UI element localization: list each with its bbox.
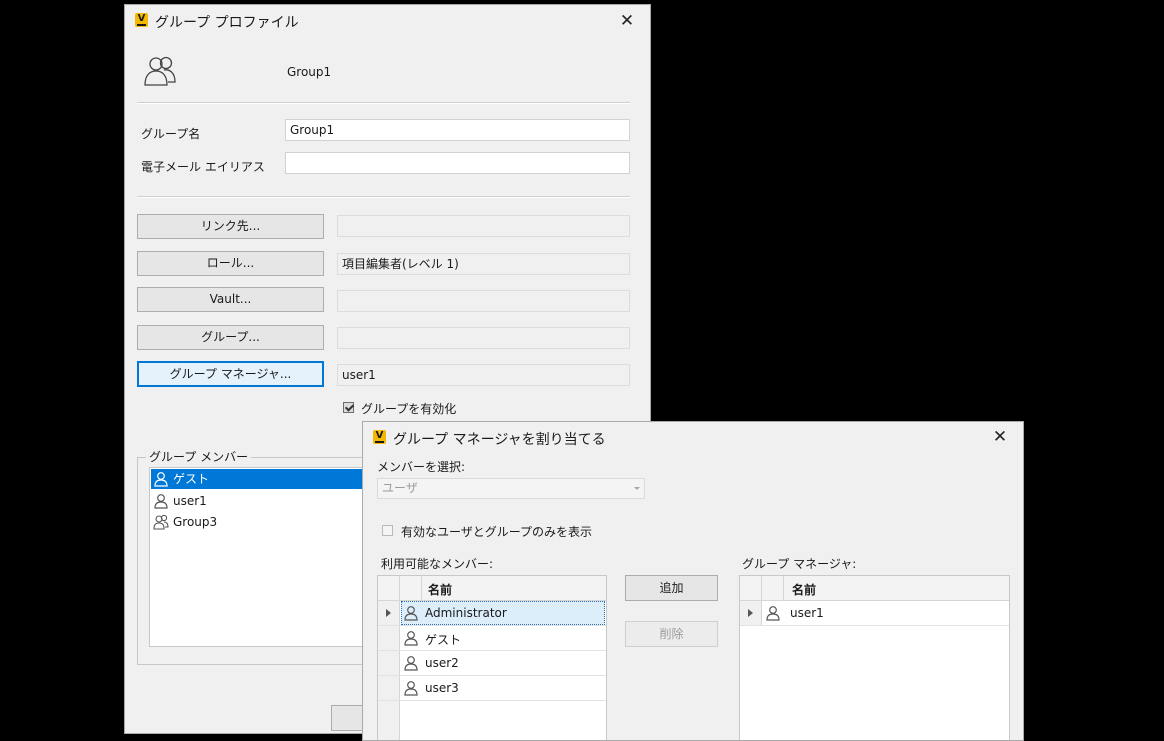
profile-title-bar: V グループ プロファイル ✕ — [125, 5, 650, 35]
table-row[interactable]: Administrator — [378, 601, 606, 626]
user-icon — [404, 606, 418, 621]
user-icon — [404, 656, 418, 671]
select-member-label: メンバーを選択: — [377, 460, 466, 474]
available-members-label: 利用可能なメンバー: — [381, 557, 494, 571]
separator — [137, 102, 630, 104]
email-alias-label: 電子メール エイリアス — [141, 160, 265, 174]
name-column-header[interactable]: 名前 — [428, 581, 452, 598]
assign-group-manager-dialog: V グループ マネージャを割り当てる ✕ メンバーを選択: ユーザ 有効なユーザ… — [362, 421, 1024, 741]
enable-group-checkbox[interactable] — [343, 402, 354, 413]
available-members-grid[interactable]: 名前 Administrator ゲスト user2 user3 — [377, 575, 607, 740]
grid-header: 名前 — [378, 576, 606, 601]
group-manager-button[interactable]: グループ マネージャ... — [137, 361, 324, 387]
enable-group-label: グループを有効化 — [361, 402, 457, 416]
table-row[interactable]: ゲスト — [378, 626, 606, 651]
row-header-cell — [378, 576, 400, 600]
group-managers-label: グループ マネージャ: — [742, 557, 857, 571]
group-button[interactable]: グループ... — [137, 325, 324, 350]
role-value-field: 項目編集者(レベル 1) — [337, 253, 630, 275]
profile-dialog-title: グループ プロファイル — [155, 15, 299, 31]
vault-app-icon: V — [373, 430, 386, 444]
member-name: Group3 — [173, 515, 218, 529]
name-column-header[interactable]: 名前 — [792, 581, 816, 598]
manager-name: user1 — [790, 606, 824, 620]
profile-close-icon[interactable]: ✕ — [617, 11, 637, 31]
group-name-field[interactable]: Group1 — [285, 119, 630, 141]
group-avatar-icon — [144, 56, 176, 86]
separator — [137, 196, 630, 198]
table-row[interactable]: user1 — [740, 601, 1009, 626]
member-type-dropdown[interactable]: ユーザ — [377, 478, 645, 499]
user-icon — [404, 631, 418, 646]
assign-close-icon[interactable]: ✕ — [990, 427, 1010, 447]
group-members-title: グループ メンバー — [146, 448, 252, 465]
member-name: ゲスト — [173, 472, 210, 486]
member-name: user3 — [425, 681, 459, 695]
group-icon — [153, 514, 169, 530]
member-name: Administrator — [425, 606, 507, 620]
icon-header-cell — [400, 576, 422, 600]
member-name: user1 — [173, 494, 207, 508]
add-button[interactable]: 追加 — [625, 575, 718, 601]
link-value-field — [337, 215, 630, 237]
user-icon — [404, 681, 418, 696]
user-icon — [154, 472, 168, 487]
row-header-cell — [740, 576, 762, 600]
user-icon — [766, 606, 780, 621]
expand-arrow-icon[interactable] — [386, 609, 391, 617]
user-icon — [154, 494, 168, 509]
remove-button[interactable]: 削除 — [625, 621, 718, 647]
icon-header-cell — [762, 576, 784, 600]
table-row[interactable]: user3 — [378, 676, 606, 701]
email-alias-field[interactable] — [285, 152, 630, 174]
expand-arrow-icon[interactable] — [748, 609, 753, 617]
member-type-value: ユーザ — [382, 481, 418, 495]
group-name-label: グループ名 — [141, 127, 201, 141]
member-name: user2 — [425, 656, 459, 670]
table-row[interactable]: user2 — [378, 651, 606, 676]
chevron-down-icon — [634, 487, 640, 490]
link-button[interactable]: リンク先... — [137, 214, 324, 239]
vault-button[interactable]: Vault... — [137, 287, 324, 312]
group-manager-value-field: user1 — [337, 364, 630, 386]
only-active-label: 有効なユーザとグループのみを表示 — [401, 525, 593, 539]
vault-value-field — [337, 290, 630, 312]
group-managers-grid[interactable]: 名前 user1 — [739, 575, 1010, 740]
vault-app-icon: V — [135, 13, 148, 27]
assign-dialog-title: グループ マネージャを割り当てる — [393, 432, 606, 448]
only-active-checkbox[interactable] — [382, 525, 393, 536]
grid-header: 名前 — [740, 576, 1009, 601]
assign-title-bar: V グループ マネージャを割り当てる ✕ — [363, 422, 1023, 452]
group-value-field — [337, 327, 630, 349]
member-name: ゲスト — [425, 633, 462, 647]
header-group-name: Group1 — [287, 65, 332, 79]
role-button[interactable]: ロール... — [137, 251, 324, 276]
